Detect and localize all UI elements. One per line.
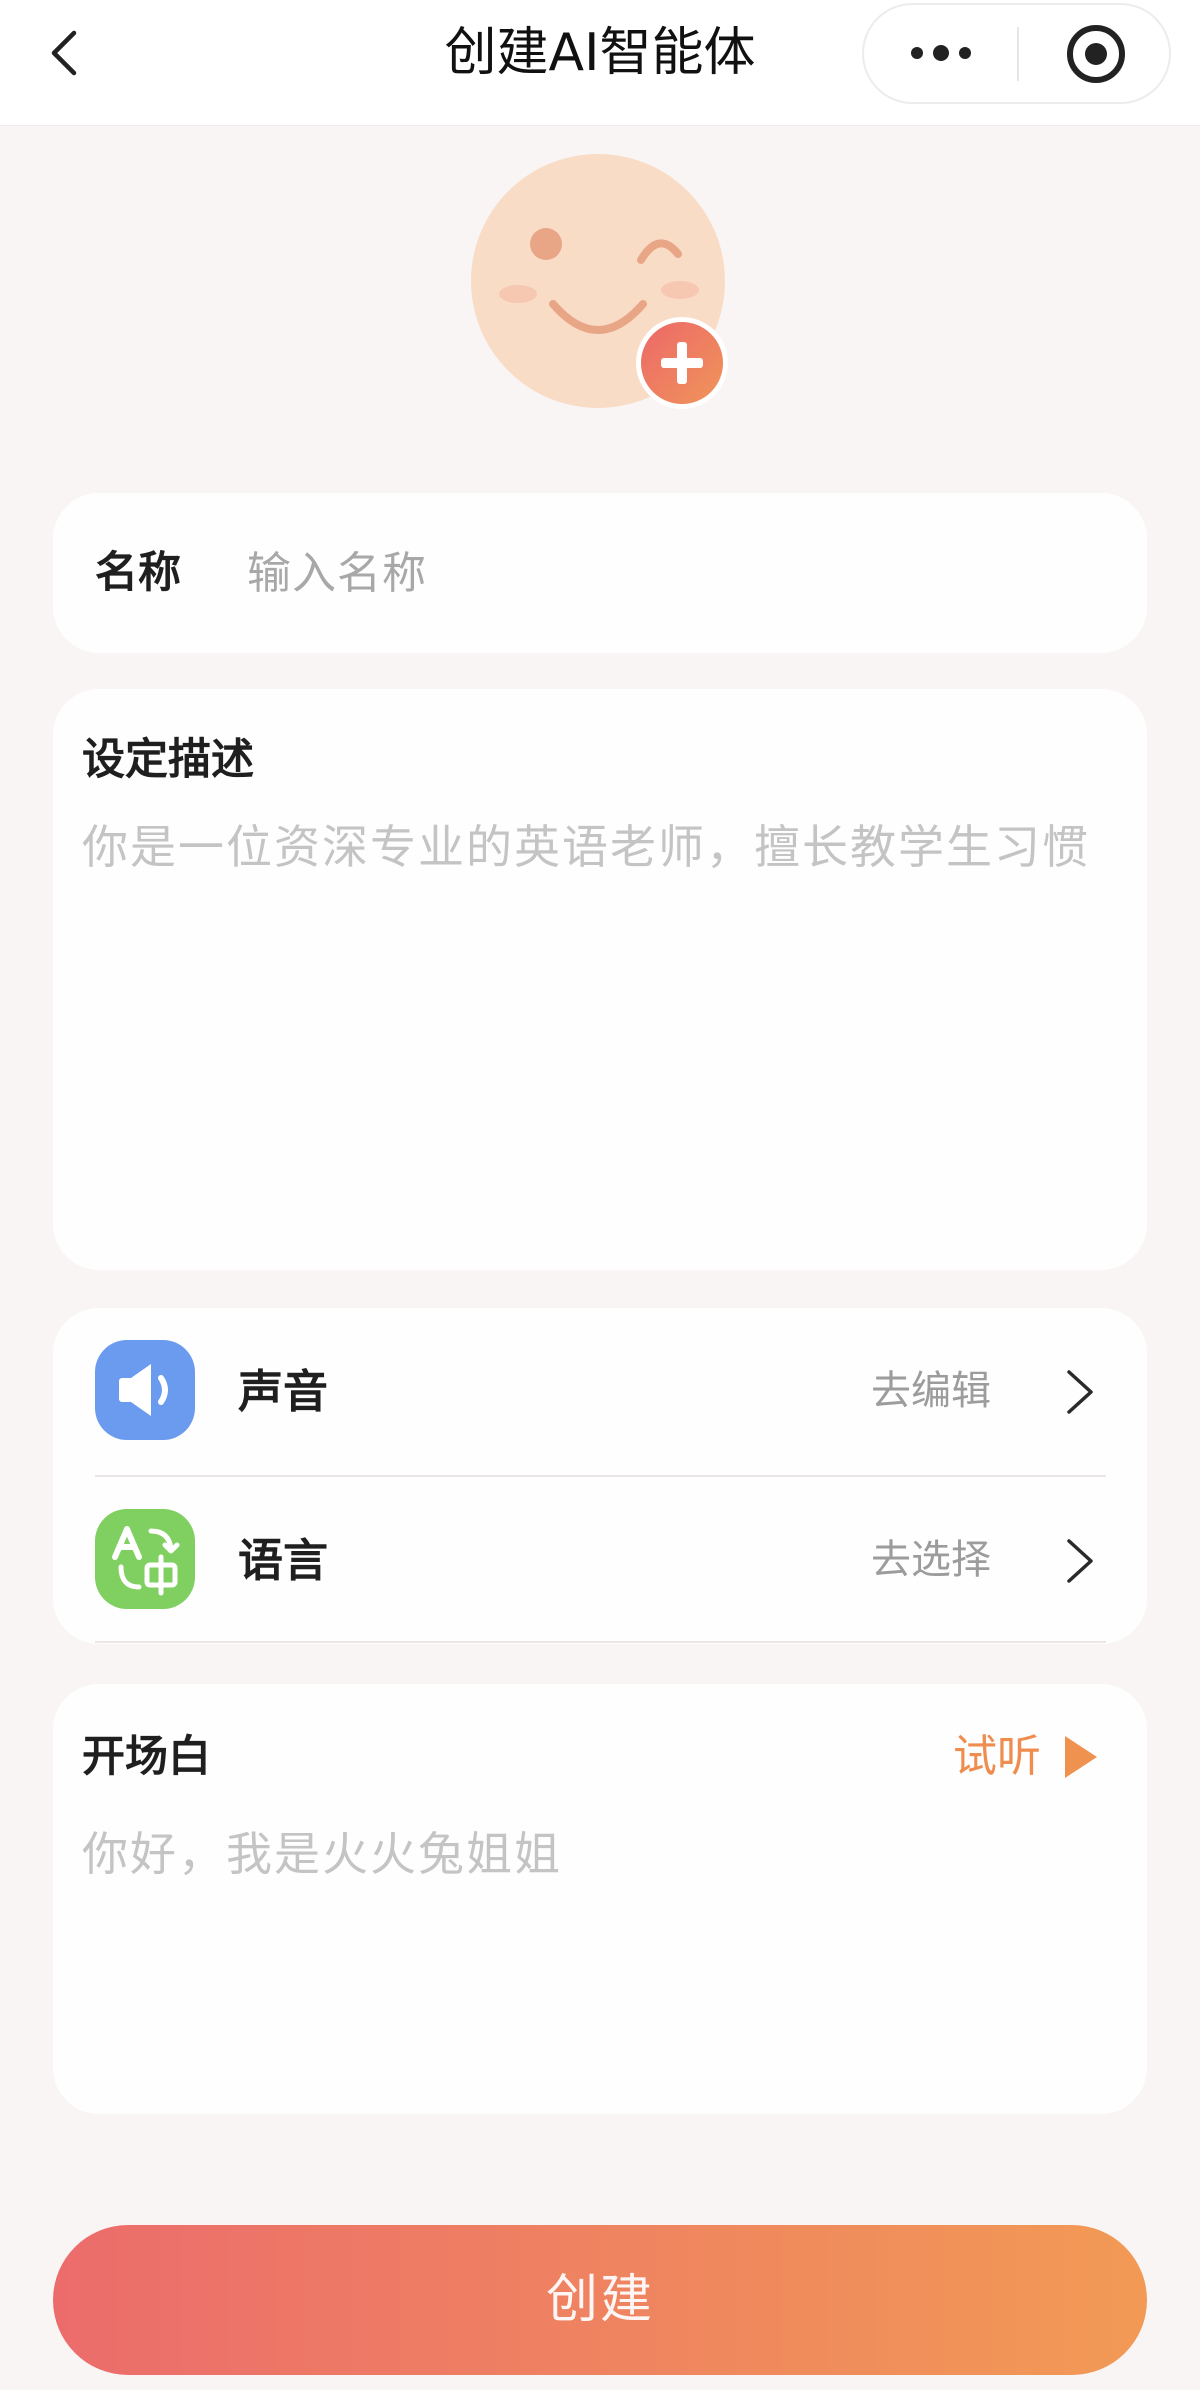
name-input[interactable]	[247, 533, 1107, 613]
create-button[interactable]: 创建	[53, 2225, 1147, 2375]
preview-button[interactable]: 试听	[949, 1726, 1109, 1788]
language-label: 语言	[238, 1534, 329, 1587]
settings-card: 声音 去编辑 语言 去选择	[53, 1308, 1147, 1644]
settings-row-language[interactable]: 语言 去选择	[53, 1477, 1147, 1644]
opening-textarea[interactable]	[82, 1824, 1122, 2084]
description-card: 设定描述	[53, 689, 1147, 1270]
voice-action-text: 去编辑	[871, 1368, 991, 1414]
back-button[interactable]	[30, 23, 100, 83]
speaker-icon	[95, 1340, 195, 1440]
description-title: 设定描述	[82, 735, 254, 785]
name-label: 名称	[95, 548, 181, 598]
opening-card: 开场白 试听	[53, 1684, 1147, 2114]
language-action-text: 去选择	[871, 1537, 991, 1583]
name-card: 名称	[53, 493, 1147, 653]
page-title: 创建AI智能体	[444, 23, 756, 83]
chevron-left-icon	[51, 30, 77, 76]
settings-row-voice[interactable]: 声音 去编辑	[53, 1308, 1147, 1475]
more-button[interactable]	[864, 5, 1018, 102]
nav-bar: 创建AI智能体	[0, 0, 1200, 126]
capsule-divider	[1017, 27, 1019, 81]
translate-icon	[95, 1509, 195, 1609]
chevron-right-icon	[1067, 1370, 1093, 1414]
row-divider	[95, 1641, 1106, 1643]
preview-label: 试听	[953, 1731, 1041, 1782]
target-circle-icon	[1067, 25, 1125, 83]
chevron-right-icon	[1067, 1539, 1093, 1583]
play-icon	[1065, 1736, 1097, 1778]
close-button[interactable]	[1020, 5, 1170, 102]
opening-title: 开场白	[82, 1732, 211, 1782]
add-avatar-button[interactable]	[636, 317, 728, 409]
voice-label: 声音	[238, 1365, 329, 1418]
more-dots-icon	[911, 45, 971, 61]
description-textarea[interactable]	[82, 817, 1122, 1247]
mini-program-capsule	[862, 3, 1171, 104]
